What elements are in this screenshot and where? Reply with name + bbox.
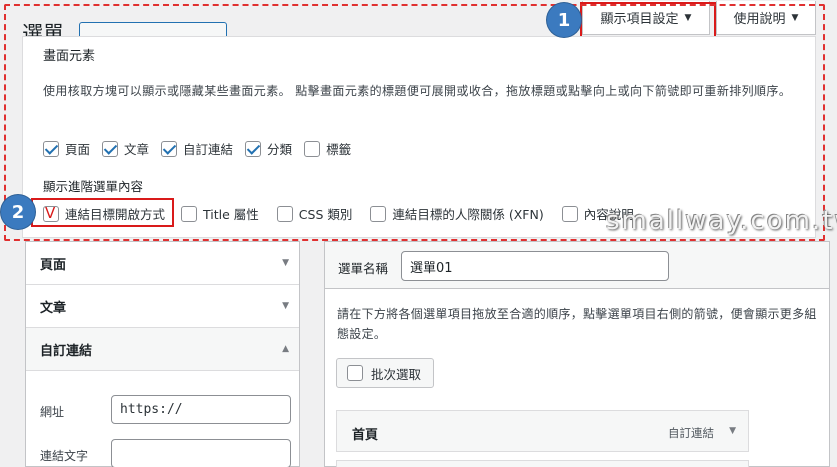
url-label: 網址 [40, 405, 65, 419]
menu-item-type: 自訂連結 [668, 426, 714, 440]
step-badge-1: 1 [547, 3, 581, 37]
checkbox-empty-icon[interactable] [347, 365, 363, 381]
caret-down-icon[interactable]: ▼ [729, 426, 736, 436]
menu-name-input[interactable]: 選單01 [401, 251, 669, 281]
caret-down-icon: ▼ [282, 258, 289, 268]
link-text-label: 連結文字 [40, 449, 89, 463]
custom-link-form: 網址 https:// 連結文字 [26, 371, 299, 467]
watermark: smallway.com.tw [606, 206, 837, 236]
caret-down-icon: ▼ [282, 301, 289, 311]
menu-structure: 請在下方將各個選單項目拖放至合適的順序，點擊選單項目右側的箭號，便會顯示更多組態… [324, 289, 830, 467]
link-text-input[interactable] [111, 439, 291, 467]
caret-up-icon: ▲ [282, 344, 289, 354]
menu-name-label: 選單名稱 [338, 261, 389, 276]
add-menu-items-accordion: 頁面 ▼ 文章 ▼ 自訂連結 ▲ 網址 https:// 連結文字 [25, 241, 300, 467]
accordion-label: 文章 [40, 300, 67, 316]
accordion-pages[interactable]: 頁面 ▼ [26, 242, 299, 285]
accordion-label: 自訂連結 [40, 343, 93, 359]
menu-header: 選單名稱 選單01 [324, 241, 830, 289]
bulk-select-label: 批次選取 [371, 366, 422, 382]
accordion-posts[interactable]: 文章 ▼ [26, 285, 299, 328]
step-badge-2: 2 [1, 195, 35, 229]
url-input[interactable]: https:// [111, 395, 291, 424]
menu-instructions: 請在下方將各個選單項目拖放至合適的順序，點擊選單項目右側的箭號，便會顯示更多組態… [337, 307, 817, 341]
accordion-custom-links[interactable]: 自訂連結 ▲ [26, 328, 299, 371]
accordion-label: 頁面 [40, 257, 67, 273]
menu-item[interactable]: 首頁 自訂連結 ▼ [336, 410, 749, 452]
menu-item-title: 首頁 [352, 428, 379, 443]
bulk-select-button[interactable]: 批次選取 [336, 358, 434, 388]
menu-item[interactable] [336, 460, 749, 467]
